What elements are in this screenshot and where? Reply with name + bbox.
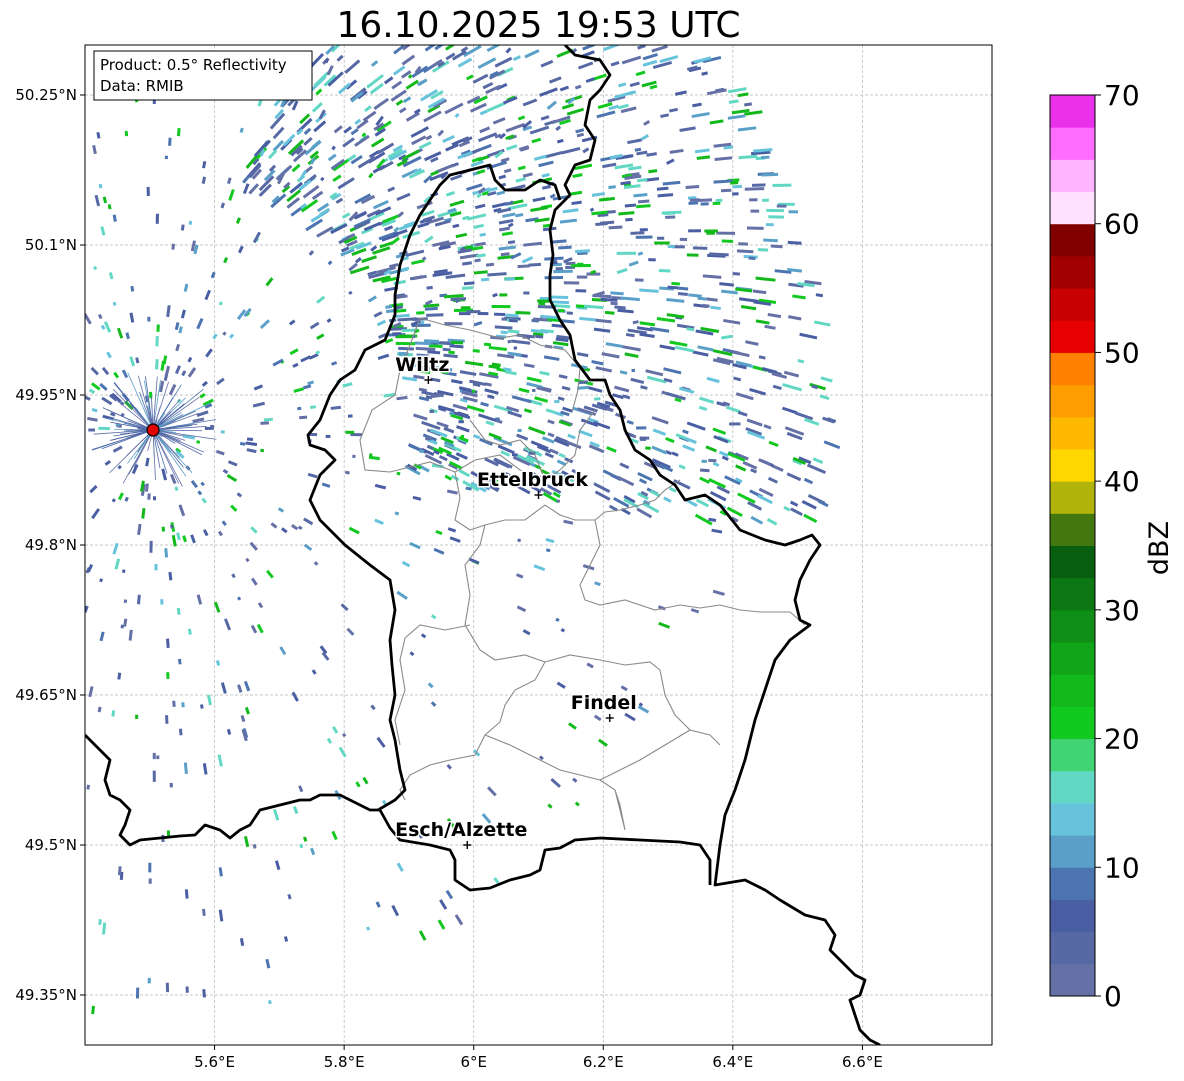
colorbar: 0 10 20 30 40 50 60 70 dBZ <box>1049 79 1175 1013</box>
colorbar-tick-label: 0 <box>1104 980 1122 1013</box>
colorbar-segment <box>1050 159 1095 193</box>
colorbar-segment <box>1050 899 1095 933</box>
colorbar-segment <box>1050 609 1095 643</box>
colorbar-segment <box>1050 545 1095 579</box>
colorbar-segment <box>1050 288 1095 321</box>
colorbar-tick-label: 70 <box>1104 79 1140 112</box>
colorbar-tick-label: 10 <box>1104 851 1140 884</box>
colorbar-label: dBZ <box>1144 521 1175 575</box>
colorbar-segment <box>1050 674 1095 707</box>
colorbar-ticks: 0 10 20 30 40 50 60 70 <box>1095 79 1140 1013</box>
colorbar-segment <box>1050 95 1095 128</box>
colorbar-tick-label: 30 <box>1104 594 1140 627</box>
colorbar-tick-label: 50 <box>1104 336 1140 369</box>
colorbar-segment <box>1050 577 1095 611</box>
colorbar-segment <box>1050 255 1095 289</box>
colorbar-segment <box>1050 802 1095 836</box>
colorbar-segment <box>1050 963 1095 997</box>
colorbar-segment <box>1050 481 1095 514</box>
colorbar-segment <box>1050 384 1095 418</box>
colorbar-tick-label: 20 <box>1104 723 1140 756</box>
colorbar-tick-label: 40 <box>1104 465 1140 498</box>
colorbar-segment <box>1050 127 1095 160</box>
colorbar-segment <box>1050 642 1095 675</box>
colorbar-segment <box>1050 223 1095 257</box>
colorbar-segment <box>1050 513 1095 546</box>
colorbar-segment <box>1050 416 1095 450</box>
colorbar-segments <box>1050 95 1095 997</box>
colorbar-tick-label: 60 <box>1104 208 1140 241</box>
colorbar-segment <box>1050 738 1095 772</box>
colorbar-segment <box>1050 448 1095 482</box>
colorbar-segment <box>1050 835 1095 868</box>
colorbar-segment <box>1050 352 1095 386</box>
colorbar-segment <box>1050 867 1095 900</box>
colorbar-segment <box>1050 770 1095 804</box>
colorbar-segment <box>1050 191 1095 225</box>
colorbar-segment <box>1050 706 1095 740</box>
colorbar-segment <box>1050 931 1095 965</box>
colorbar-segment <box>1050 320 1095 353</box>
